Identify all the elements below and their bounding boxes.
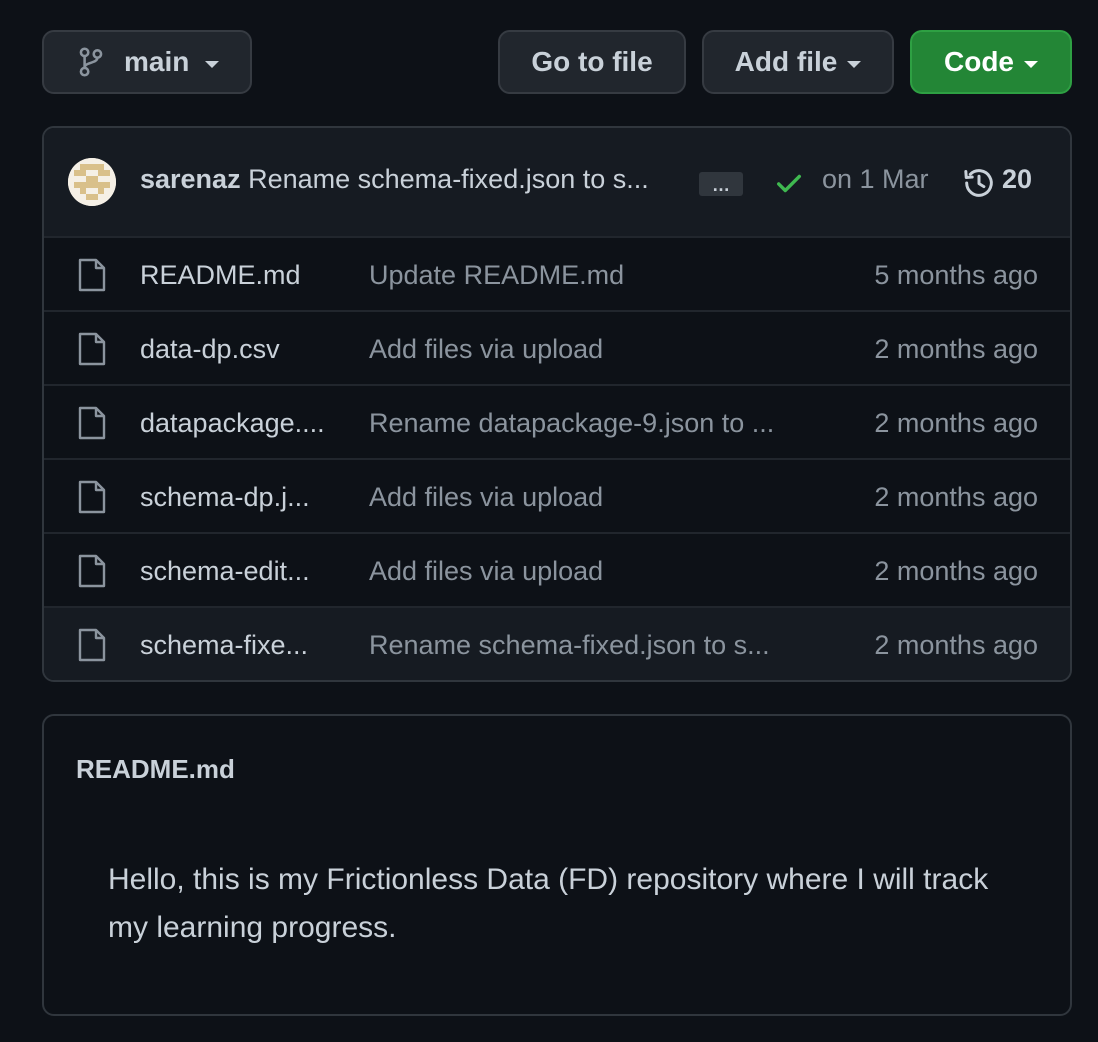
file-row[interactable]: datapackage.... Rename datapackage-9.jso…: [44, 384, 1070, 458]
commit-message-link[interactable]: Rename schema-fixed.json to s...: [248, 164, 649, 194]
file-commit-message-link[interactable]: Add files via upload: [369, 334, 603, 365]
file-name-link[interactable]: schema-dp.j...: [140, 482, 310, 513]
go-to-file-label: Go to file: [531, 46, 653, 77]
file-name-link[interactable]: data-dp.csv: [140, 334, 280, 365]
commit-summary: sarenaz Rename schema-fixed.json to s...: [140, 164, 649, 195]
readme-panel: README.md Hello, this is my Frictionless…: [42, 714, 1072, 1016]
file-row[interactable]: data-dp.csv Add files via upload 2 month…: [44, 310, 1070, 384]
readme-title-link[interactable]: README.md: [76, 754, 235, 785]
identicon-icon: [68, 158, 116, 206]
branch-selector-button[interactable]: main: [42, 30, 252, 94]
history-icon[interactable]: [962, 166, 996, 200]
file-browser: sarenaz Rename schema-fixed.json to s...…: [42, 126, 1072, 682]
file-name-link[interactable]: schema-edit...: [140, 556, 310, 587]
branch-name: main: [124, 46, 190, 77]
commit-date-link[interactable]: on 1 Mar: [822, 164, 929, 195]
file-commit-message-link[interactable]: Update README.md: [369, 260, 624, 291]
file-commit-message-link[interactable]: Add files via upload: [369, 556, 603, 587]
file-age: 2 months ago: [874, 408, 1038, 438]
git-branch-icon: [79, 47, 103, 77]
file-name-link[interactable]: README.md: [140, 260, 301, 291]
file-age: 2 months ago: [874, 334, 1038, 364]
file-row[interactable]: README.md Update README.md 5 months ago: [44, 236, 1070, 310]
commit-count[interactable]: 20: [1002, 164, 1032, 195]
add-file-label: Add file: [734, 46, 838, 77]
code-label: Code: [944, 46, 1014, 77]
file-commit-message-link[interactable]: Add files via upload: [369, 482, 603, 513]
file-icon: [78, 258, 106, 292]
code-button[interactable]: Code: [910, 30, 1072, 94]
file-age: 2 months ago: [874, 556, 1038, 586]
file-icon: [78, 406, 106, 440]
file-age: 2 months ago: [874, 482, 1038, 512]
check-icon[interactable]: [774, 168, 804, 198]
avatar[interactable]: [68, 158, 116, 206]
file-age: 2 months ago: [874, 630, 1038, 660]
file-commit-message-link[interactable]: Rename schema-fixed.json to s...: [369, 630, 770, 661]
commit-author-link[interactable]: sarenaz: [140, 164, 241, 194]
go-to-file-button[interactable]: Go to file: [498, 30, 686, 94]
file-row[interactable]: schema-fixe... Rename schema-fixed.json …: [44, 606, 1070, 680]
file-row[interactable]: schema-edit... Add files via upload 2 mo…: [44, 532, 1070, 606]
file-row[interactable]: schema-dp.j... Add files via upload 2 mo…: [44, 458, 1070, 532]
file-icon: [78, 332, 106, 366]
expand-commit-message-button[interactable]: …: [699, 172, 743, 196]
file-icon: [78, 554, 106, 588]
latest-commit-bar: sarenaz Rename schema-fixed.json to s...…: [44, 128, 1070, 238]
add-file-button[interactable]: Add file: [702, 30, 894, 94]
chevron-down-icon: [847, 60, 862, 68]
file-icon: [78, 628, 106, 662]
readme-content: Hello, this is my Frictionless Data (FD)…: [108, 863, 989, 944]
file-name-link[interactable]: schema-fixe...: [140, 630, 308, 661]
chevron-down-icon: [1024, 60, 1038, 68]
file-name-link[interactable]: datapackage....: [140, 408, 325, 439]
file-icon: [78, 480, 106, 514]
file-commit-message-link[interactable]: Rename datapackage-9.json to ...: [369, 408, 774, 439]
chevron-down-icon: [205, 60, 220, 68]
file-age: 5 months ago: [874, 260, 1038, 290]
